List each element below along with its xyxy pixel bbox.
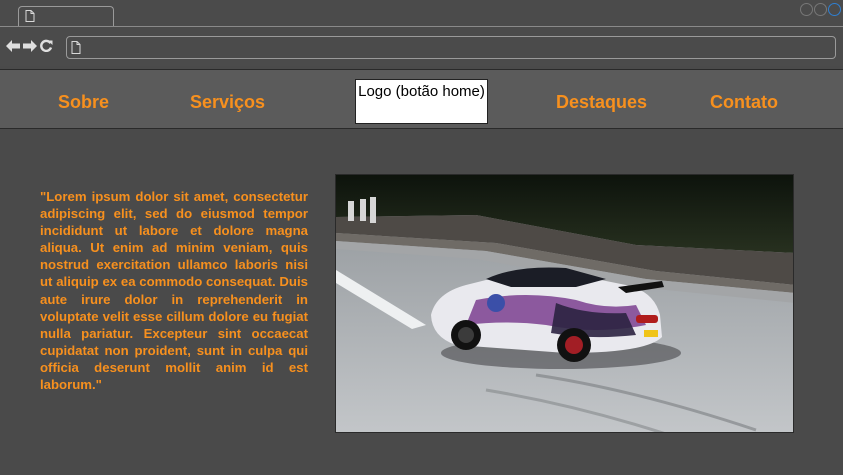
hero-image bbox=[335, 174, 794, 433]
reload-icon[interactable] bbox=[40, 39, 53, 57]
nav-link-servicos[interactable]: Serviços bbox=[190, 92, 265, 113]
drifting-car-photo bbox=[336, 175, 793, 432]
back-arrow-icon[interactable] bbox=[6, 39, 20, 57]
window-controls bbox=[800, 3, 841, 16]
document-icon bbox=[25, 10, 35, 22]
nav-link-sobre[interactable]: Sobre bbox=[58, 92, 109, 113]
navigation-controls bbox=[6, 39, 53, 57]
address-bar[interactable] bbox=[66, 36, 836, 59]
tab-strip bbox=[0, 0, 843, 27]
intro-text: "Lorem ipsum dolor sit amet, consectetur… bbox=[40, 189, 308, 393]
forward-arrow-icon[interactable] bbox=[23, 39, 37, 57]
logo-home-button[interactable]: Logo (botão home) bbox=[355, 79, 488, 124]
minimize-button[interactable] bbox=[800, 3, 813, 16]
nav-link-destaques[interactable]: Destaques bbox=[556, 92, 647, 113]
close-button[interactable] bbox=[828, 3, 841, 16]
nav-link-contato[interactable]: Contato bbox=[710, 92, 778, 113]
site-header: Sobre Serviços Logo (botão home) Destaqu… bbox=[0, 69, 843, 129]
browser-chrome bbox=[0, 0, 843, 66]
document-icon bbox=[71, 41, 81, 54]
browser-tab[interactable] bbox=[18, 6, 114, 26]
maximize-button[interactable] bbox=[814, 3, 827, 16]
